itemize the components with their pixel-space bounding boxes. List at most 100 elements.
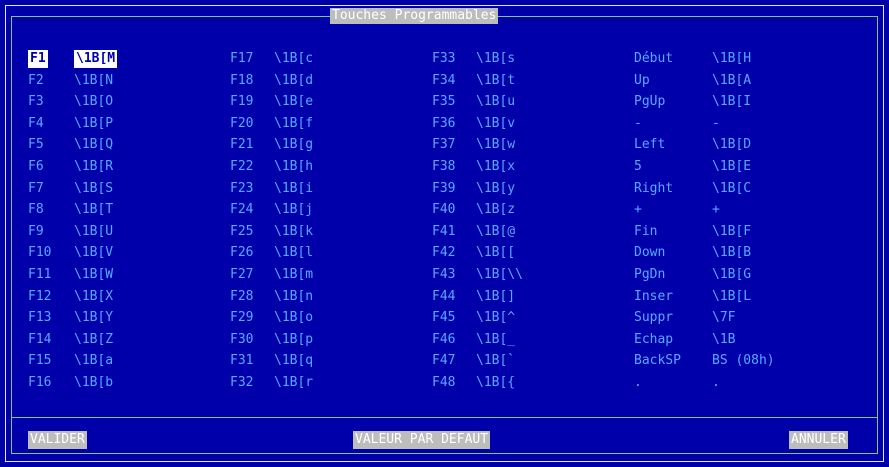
key-value-field[interactable]: \1B[^ [476, 309, 515, 327]
key-name: F27 [230, 267, 254, 282]
key-value-field[interactable]: \1B[` [476, 352, 515, 370]
key-value-field[interactable]: \1B [712, 331, 735, 349]
key-name: F39 [432, 181, 456, 196]
key-value-field[interactable]: \1B[b [74, 374, 113, 392]
key-value-field[interactable]: \1B[f [274, 115, 313, 133]
key-value-field[interactable]: \1B[j [274, 201, 313, 219]
key-value-field[interactable]: \1B[E [712, 158, 751, 176]
key-value-field[interactable]: \1B[{ [476, 374, 515, 392]
key-value-field[interactable]: \1B[M [74, 50, 118, 68]
key-value-field[interactable]: \1B[P [74, 115, 113, 133]
key-name: F19 [230, 94, 254, 109]
key-value-field[interactable]: \1B[Q [74, 136, 113, 154]
key-value-field[interactable]: \1B[L [712, 288, 751, 306]
key-value-field[interactable]: \1B[I [712, 93, 751, 111]
key-value-field[interactable]: - [712, 115, 720, 133]
key-value-field[interactable]: \1B[] [476, 288, 515, 306]
key-value-field[interactable]: \1B[D [712, 136, 751, 154]
key-value-field[interactable]: \7F [712, 309, 735, 327]
key-name: PgDn [634, 267, 666, 282]
key-name: - [634, 116, 642, 131]
key-value-field[interactable]: \1B[F [712, 223, 751, 241]
key-value-field[interactable]: \1B[H [712, 50, 751, 68]
key-name: F20 [230, 116, 254, 131]
key-name: F34 [432, 73, 456, 88]
key-value-field[interactable]: \1B[U [74, 223, 113, 241]
key-value-field[interactable]: \1B[W [74, 266, 113, 284]
key-name: F5 [28, 137, 44, 152]
key-value-field[interactable]: \1B[c [274, 50, 313, 68]
key-value-field[interactable]: \1B[V [74, 244, 113, 262]
key-value-field[interactable]: \1B[d [274, 72, 313, 90]
key-name: F4 [28, 116, 44, 131]
key-value-field[interactable]: \1B[Y [74, 309, 113, 327]
dialog-title: Touches Programmables [330, 8, 499, 24]
key-value-field[interactable]: \1B[O [74, 93, 113, 111]
key-value-field[interactable]: + [712, 201, 720, 219]
key-value-field[interactable]: \1B[z [476, 201, 515, 219]
key-name: F14 [28, 332, 52, 347]
key-value-field[interactable]: \1B[x [476, 158, 515, 176]
key-value-field[interactable]: \1B[g [274, 136, 313, 154]
key-value-field[interactable]: \1B[S [74, 180, 113, 198]
key-name: F23 [230, 181, 254, 196]
key-name: F25 [230, 224, 254, 239]
key-value-field[interactable]: \1B[y [476, 180, 515, 198]
key-value-field[interactable]: \1B[h [274, 158, 313, 176]
key-value-field[interactable]: \1B[r [274, 374, 313, 392]
key-value-field[interactable]: \1B[t [476, 72, 515, 90]
key-value-field[interactable]: \1B[[ [476, 244, 515, 262]
key-name: F33 [432, 51, 456, 66]
key-value-field[interactable]: \1B[l [274, 244, 313, 262]
key-name: F2 [28, 73, 44, 88]
key-value-field[interactable]: \1B[a [74, 352, 113, 370]
key-name: Fin [634, 224, 658, 239]
key-name: F31 [230, 353, 254, 368]
key-name: F42 [432, 245, 456, 260]
key-value-field[interactable]: BS (08h) [712, 352, 775, 370]
key-value-field[interactable]: \1B[A [712, 72, 751, 90]
key-value-field[interactable]: \1B[i [274, 180, 313, 198]
key-name: + [634, 202, 642, 217]
key-value-field[interactable]: \1B[o [274, 309, 313, 327]
key-name: F44 [432, 289, 456, 304]
key-name: Left [634, 137, 666, 152]
key-value-field[interactable]: \1B[Z [74, 331, 113, 349]
validate-button[interactable]: VALIDER [28, 431, 87, 449]
key-value-field[interactable]: . [712, 374, 720, 392]
button-bar-divider [12, 417, 877, 418]
key-value-field[interactable]: \1B[\\ [476, 266, 523, 284]
key-value-field[interactable]: \1B[v [476, 115, 515, 133]
key-value-field[interactable]: \1B[w [476, 136, 515, 154]
key-name: F38 [432, 159, 456, 174]
key-name: F45 [432, 310, 456, 325]
key-value-field[interactable]: \1B[N [74, 72, 113, 90]
key-name: F41 [432, 224, 456, 239]
key-name: Up [634, 73, 650, 88]
cancel-button[interactable]: ANNULER [789, 431, 848, 449]
key-name: F8 [28, 202, 44, 217]
key-value-field[interactable]: \1B[p [274, 331, 313, 349]
key-value-field[interactable]: \1B[@ [476, 223, 515, 241]
key-value-field[interactable]: \1B[u [476, 93, 515, 111]
key-name: Right [634, 181, 674, 196]
key-value-field[interactable]: \1B[G [712, 266, 751, 284]
key-value-field[interactable]: \1B[s [476, 50, 515, 68]
key-value-field[interactable]: \1B[T [74, 201, 113, 219]
key-value-field[interactable]: \1B[m [274, 266, 313, 284]
key-value-field[interactable]: \1B[_ [476, 331, 515, 349]
key-value-field[interactable]: \1B[n [274, 288, 313, 306]
key-name: F30 [230, 332, 254, 347]
key-value-field[interactable]: \1B[q [274, 352, 313, 370]
key-value-field[interactable]: \1B[B [712, 244, 751, 262]
key-value-field[interactable]: \1B[e [274, 93, 313, 111]
key-name: Début [634, 51, 674, 66]
key-value-field[interactable]: \1B[R [74, 158, 113, 176]
key-name: F9 [28, 224, 44, 239]
key-value-field[interactable]: \1B[C [712, 180, 751, 198]
key-name: F17 [230, 51, 254, 66]
key-name: F43 [432, 267, 456, 282]
default-value-button[interactable]: VALEUR PAR DEFAUT [353, 431, 491, 449]
key-value-field[interactable]: \1B[X [74, 288, 113, 306]
key-value-field[interactable]: \1B[k [274, 223, 313, 241]
